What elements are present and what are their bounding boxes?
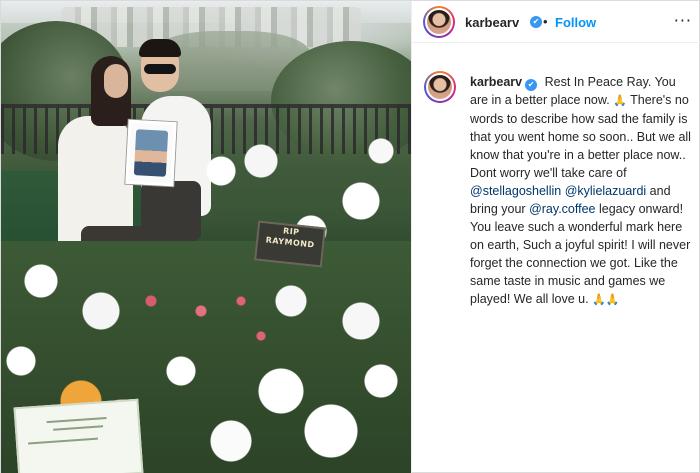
photo-woman-face (104, 64, 128, 98)
follow-button[interactable]: Follow (555, 15, 596, 30)
pray-emoji-icon: 🙏 (613, 94, 627, 107)
header-separator-dot: • (543, 14, 548, 29)
more-options-icon[interactable]: ··· (674, 11, 692, 30)
photo-condolence-card (13, 398, 144, 473)
header-username[interactable]: karbearv (465, 15, 519, 30)
photo-framed-portrait (125, 119, 177, 187)
post-header: karbearv ✔ • Follow ··· (412, 1, 700, 43)
avatar-image (425, 8, 453, 36)
instagram-post: RIP RAYMOND karbearv ✔ • Follow ··· karb… (0, 0, 700, 473)
caption-avatar[interactable] (424, 71, 456, 103)
caption-username[interactable]: karbearv (470, 75, 522, 89)
header-avatar[interactable] (423, 6, 455, 38)
caption-text: legacy onward! You leave such a wonderfu… (470, 202, 691, 306)
mention-link[interactable]: @ray.coffee (529, 202, 595, 216)
post-caption: karbearv ✔ Rest In Peace Ray. You are in … (470, 73, 692, 309)
post-photo[interactable]: RIP RAYMOND (1, 1, 411, 473)
avatar-image (426, 73, 454, 101)
mention-link[interactable]: @kylielazuardi (565, 184, 646, 198)
card-line (28, 437, 98, 445)
verified-badge-icon: ✔ (530, 16, 542, 28)
photo-man-hair (139, 39, 181, 57)
photo-grave-plaque: RIP RAYMOND (254, 220, 326, 268)
verified-badge-icon: ✔ (525, 79, 538, 91)
photo-man-sunglasses (144, 64, 176, 74)
post-side-panel: karbearv ✔ • Follow ··· karbearv ✔ Rest I… (411, 1, 700, 473)
portrait-image (133, 129, 169, 177)
mention-link[interactable]: @stellagoshellin (470, 184, 561, 198)
pray-emoji-icon: 🙏🙏 (592, 293, 620, 306)
card-line (53, 425, 104, 431)
card-line (46, 416, 107, 424)
